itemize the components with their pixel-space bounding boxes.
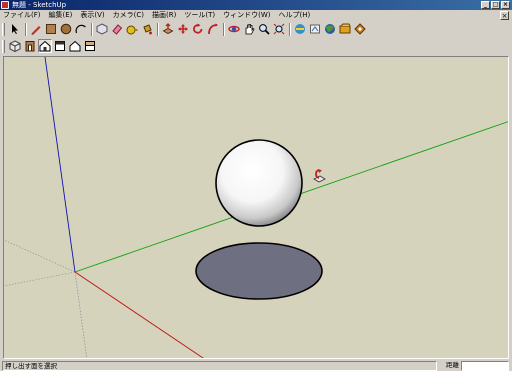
zoom-extents-icon[interactable] bbox=[272, 22, 286, 36]
select-arrow-icon[interactable] bbox=[8, 22, 22, 36]
axis-blue bbox=[44, 57, 76, 273]
axis-blue-hidden bbox=[74, 271, 88, 358]
views-toolbar bbox=[0, 38, 512, 54]
scene-canvas[interactable] bbox=[4, 57, 509, 359]
circle-icon[interactable] bbox=[59, 22, 73, 36]
push-pull-cursor bbox=[313, 169, 326, 183]
component-icon[interactable] bbox=[95, 22, 109, 36]
menu-file[interactable]: ファイル(F) bbox=[3, 10, 41, 21]
toolbar-separator bbox=[223, 22, 225, 36]
follow-me-icon[interactable] bbox=[206, 22, 220, 36]
arc-icon[interactable] bbox=[74, 22, 88, 36]
toolbar-grip[interactable] bbox=[2, 39, 5, 53]
window-controls: _ □ × bbox=[481, 1, 510, 9]
orbit-icon[interactable] bbox=[227, 22, 241, 36]
measurement-input[interactable] bbox=[461, 361, 509, 371]
menu-window[interactable]: ウィンドウ(W) bbox=[223, 10, 270, 21]
back-view-icon[interactable] bbox=[68, 39, 82, 53]
menu-tools[interactable]: ツール(T) bbox=[184, 10, 215, 21]
offset-icon[interactable] bbox=[353, 22, 367, 36]
toolbar-separator bbox=[289, 22, 291, 36]
front-view-icon[interactable] bbox=[23, 39, 37, 53]
menu-view[interactable]: 表示(V) bbox=[80, 10, 104, 21]
axis-red bbox=[74, 271, 204, 358]
status-bar: 押し出す面を選択 距離 bbox=[0, 360, 512, 371]
menu-draw[interactable]: 描画(R) bbox=[152, 10, 176, 21]
window-title: 無題 - SketchUp bbox=[12, 1, 67, 9]
push-pull-icon[interactable] bbox=[161, 22, 175, 36]
iso-view-icon[interactable] bbox=[8, 39, 22, 53]
minimize-button[interactable]: _ bbox=[481, 1, 490, 9]
left-view-icon[interactable] bbox=[83, 39, 97, 53]
sphere[interactable] bbox=[215, 139, 303, 227]
toolbar-grip[interactable] bbox=[2, 22, 5, 36]
zoom-icon[interactable] bbox=[257, 22, 271, 36]
sketchup-app-icon[interactable] bbox=[1, 1, 9, 9]
eraser-icon[interactable] bbox=[110, 22, 124, 36]
close-button[interactable]: × bbox=[501, 1, 510, 9]
status-hint: 押し出す面を選択 bbox=[2, 361, 437, 371]
scale-icon[interactable] bbox=[338, 22, 352, 36]
document-close-button[interactable]: × bbox=[500, 11, 509, 20]
google-earth-icon[interactable] bbox=[323, 22, 337, 36]
tape-measure-icon[interactable] bbox=[125, 22, 139, 36]
toolbar-separator bbox=[25, 22, 27, 36]
menu-edit[interactable]: 編集(E) bbox=[49, 10, 73, 21]
axis-red-hidden bbox=[4, 271, 76, 287]
rectangle-icon[interactable] bbox=[44, 22, 58, 36]
menu-bar: ファイル(F) 編集(E) 表示(V) カメラ(C) 描画(R) ツール(T) … bbox=[0, 10, 512, 21]
title-bar: 無題 - SketchUp _ □ × bbox=[0, 0, 512, 10]
toolbar-separator bbox=[91, 22, 93, 36]
axis-green-hidden bbox=[4, 239, 76, 273]
get-models-icon[interactable] bbox=[293, 22, 307, 36]
rotate-icon[interactable] bbox=[191, 22, 205, 36]
move-icon[interactable] bbox=[176, 22, 190, 36]
share-model-icon[interactable] bbox=[308, 22, 322, 36]
menu-help[interactable]: ヘルプ(H) bbox=[278, 10, 310, 21]
toolbar-separator bbox=[157, 22, 159, 36]
paint-bucket-icon[interactable] bbox=[140, 22, 154, 36]
right-view-icon[interactable] bbox=[53, 39, 67, 53]
main-toolbar bbox=[0, 21, 512, 37]
pencil-line-icon[interactable] bbox=[29, 22, 43, 36]
model-viewport[interactable] bbox=[3, 56, 509, 359]
pan-icon[interactable] bbox=[242, 22, 256, 36]
maximize-button[interactable]: □ bbox=[491, 1, 500, 9]
circle-face[interactable] bbox=[195, 242, 323, 300]
measurement-label: 距離 bbox=[446, 361, 459, 369]
menu-camera[interactable]: カメラ(C) bbox=[113, 10, 144, 21]
top-view-icon[interactable] bbox=[38, 39, 52, 53]
